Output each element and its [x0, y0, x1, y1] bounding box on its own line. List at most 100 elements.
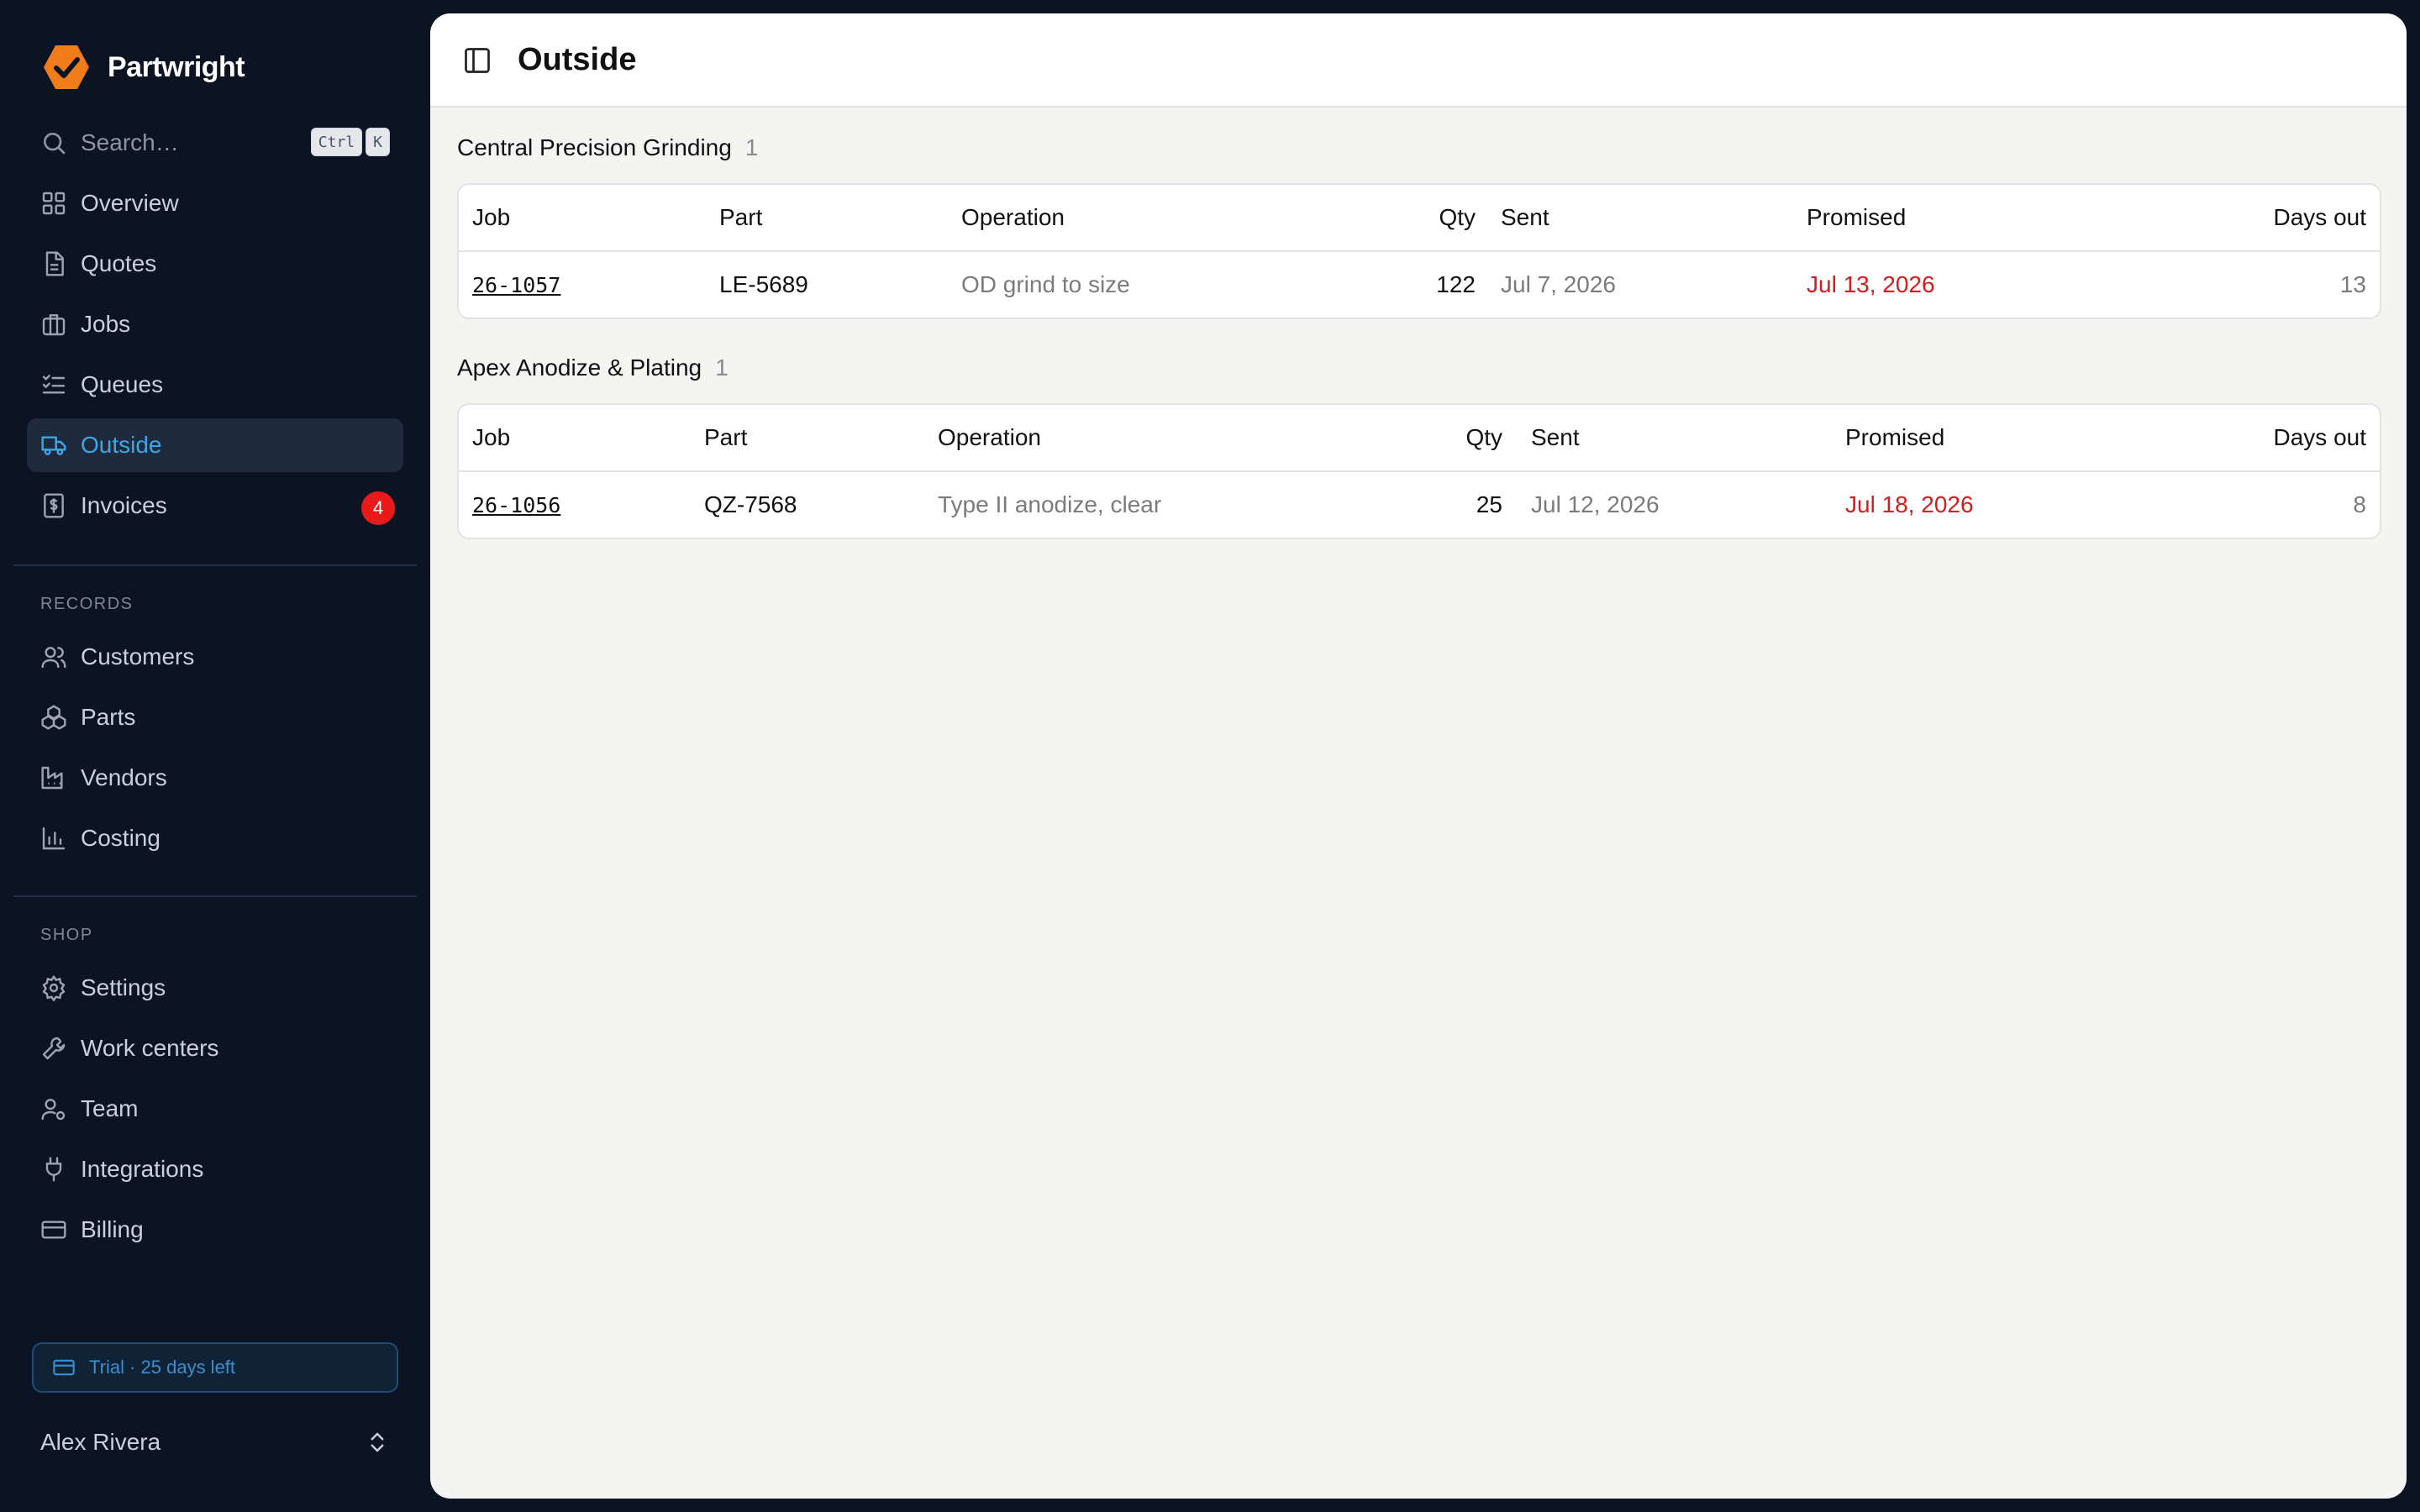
vendor-name: Apex Anodize & Plating: [457, 354, 702, 381]
sidebar-item-overview[interactable]: Overview: [27, 176, 403, 230]
table-row[interactable]: 26-1056 QZ-7568 Type II anodize, clear 2…: [459, 472, 2380, 538]
sidebar-item-label: Settings: [81, 974, 166, 1000]
column-header-sent[interactable]: Sent: [1531, 424, 1580, 451]
search-placeholder: Search…: [81, 129, 179, 155]
sidebar-item-label: Work centers: [81, 1035, 219, 1061]
column-header-days-out[interactable]: Days out: [2274, 204, 2367, 231]
table-header-row: Job Part Operation Qty Sent Promised Day…: [459, 405, 2380, 472]
column-header-promised[interactable]: Promised: [1845, 424, 1944, 451]
search-shortcut: Ctrl K: [310, 128, 390, 156]
sidebar-item-label: Invoices: [81, 492, 167, 518]
search-input[interactable]: Search… Ctrl K: [27, 118, 397, 168]
vendor-group: Apex Anodize & Plating 1 Job Part Operat…: [457, 351, 2381, 539]
outside-jobs-table: Job Part Operation Qty Sent Promised Day…: [457, 183, 2381, 319]
main-panel: Outside Central Precision Grinding 1 Job…: [430, 13, 2407, 1499]
partwright-logo: [44, 45, 89, 89]
chevrons-up-down-icon: [371, 1432, 384, 1452]
table-header-row: Job Part Operation Qty Sent Promised Day…: [459, 185, 2380, 252]
sidebar-item-jobs[interactable]: Jobs: [27, 297, 403, 351]
list-check-icon: [40, 371, 67, 398]
sidebar-item-work-centers[interactable]: Work centers: [27, 1021, 403, 1075]
credit-card-icon: [40, 1216, 67, 1243]
sidebar-item-label: Customers: [81, 643, 195, 669]
sidebar-item-billing[interactable]: Billing: [27, 1203, 403, 1257]
column-header-job[interactable]: Job: [472, 204, 510, 231]
sidebar-item-label: Quotes: [81, 250, 157, 276]
plug-icon: [40, 1156, 67, 1183]
kbd-ctrl: Ctrl: [310, 128, 363, 156]
sent-date: Jul 12, 2026: [1531, 491, 1660, 517]
sidebar-item-label: Overview: [81, 190, 179, 216]
sidebar-item-quotes[interactable]: Quotes: [27, 237, 403, 291]
column-header-qty[interactable]: Qty: [1465, 424, 1502, 451]
records-nav: Customers Parts Vendors Costing: [27, 630, 403, 872]
sidebar-divider: [13, 895, 417, 897]
promised-date: Jul 18, 2026: [1845, 491, 1974, 517]
vendor-group-title: Apex Anodize & Plating 1: [457, 351, 2381, 385]
qty: 25: [1476, 491, 1502, 517]
column-header-part[interactable]: Part: [704, 424, 747, 451]
column-header-operation[interactable]: Operation: [938, 424, 1041, 451]
brand[interactable]: Partwright: [42, 42, 245, 92]
column-header-job[interactable]: Job: [472, 424, 510, 451]
sidebar-item-parts[interactable]: Parts: [27, 690, 403, 744]
sent-date: Jul 7, 2026: [1501, 271, 1616, 297]
sidebar-item-outside[interactable]: Outside: [27, 418, 403, 472]
main-nav: Overview Quotes Jobs Queues Outside Invo…: [27, 176, 403, 539]
column-header-sent[interactable]: Sent: [1501, 204, 1549, 231]
file-icon: [40, 250, 67, 277]
sidebar-item-costing[interactable]: Costing: [27, 811, 403, 865]
outside-jobs-table: Job Part Operation Qty Sent Promised Day…: [457, 403, 2381, 539]
sidebar-item-label: Team: [81, 1095, 139, 1121]
sidebar-item-customers[interactable]: Customers: [27, 630, 403, 684]
sidebar-item-label: Queues: [81, 371, 164, 397]
sidebar-item-team[interactable]: Team: [27, 1082, 403, 1136]
column-header-days-out[interactable]: Days out: [2274, 424, 2367, 451]
sidebar-item-label: Integrations: [81, 1156, 204, 1182]
column-header-part[interactable]: Part: [719, 204, 762, 231]
vendor-group-title: Central Precision Grinding 1: [457, 131, 2381, 165]
sidebar: Partwright Search… Ctrl K Overview Quote…: [0, 0, 430, 1512]
column-header-qty[interactable]: Qty: [1439, 204, 1476, 231]
operation: OD grind to size: [961, 271, 1130, 297]
sidebar-item-queues[interactable]: Queues: [27, 358, 403, 412]
gear-icon: [40, 974, 67, 1001]
promised-date: Jul 13, 2026: [1807, 271, 1935, 297]
briefcase-icon: [40, 311, 67, 338]
days-out: 8: [2353, 491, 2366, 517]
sidebar-divider: [13, 564, 417, 566]
sidebar-item-vendors[interactable]: Vendors: [27, 751, 403, 805]
boxes-icon: [40, 704, 67, 731]
kbd-k: K: [366, 128, 390, 156]
factory-icon: [40, 764, 67, 791]
vendor-job-count: 1: [744, 134, 759, 160]
users-icon: [40, 643, 67, 670]
user-name: Alex Rivera: [40, 1429, 161, 1455]
trial-text: Trial · 25 days left: [89, 1357, 236, 1378]
column-header-promised[interactable]: Promised: [1807, 204, 1906, 231]
user-menu[interactable]: Alex Rivera: [40, 1421, 390, 1463]
sidebar-item-label: Billing: [81, 1216, 144, 1242]
user-cog-icon: [40, 1095, 67, 1122]
table-row[interactable]: 26-1057 LE-5689 OD grind to size 122 Jul…: [459, 252, 2380, 318]
sidebar-item-label: Vendors: [81, 764, 167, 790]
qty: 122: [1436, 271, 1476, 297]
sidebar-item-label: Outside: [81, 432, 162, 458]
section-label-records: RECORDS: [40, 595, 134, 613]
sidebar-item-settings[interactable]: Settings: [27, 961, 403, 1015]
vendor-job-count: 1: [715, 354, 729, 381]
sidebar-item-label: Jobs: [81, 311, 131, 337]
truck-icon: [40, 432, 67, 459]
sidebar-item-label: Parts: [81, 704, 136, 730]
credit-card-icon: [53, 1359, 75, 1376]
sidebar-item-invoices[interactable]: Invoices 4: [27, 479, 403, 533]
trial-banner[interactable]: Trial · 25 days left: [32, 1342, 398, 1393]
job-link[interactable]: 26-1056: [472, 493, 560, 517]
shop-nav: Settings Work centers Team Integrations …: [27, 961, 403, 1263]
job-link[interactable]: 26-1057: [472, 273, 560, 297]
sidebar-toggle-icon[interactable]: [462, 45, 492, 76]
days-out: 13: [2339, 271, 2366, 297]
vendor-name: Central Precision Grinding: [457, 134, 732, 160]
sidebar-item-integrations[interactable]: Integrations: [27, 1142, 403, 1196]
column-header-operation[interactable]: Operation: [961, 204, 1065, 231]
